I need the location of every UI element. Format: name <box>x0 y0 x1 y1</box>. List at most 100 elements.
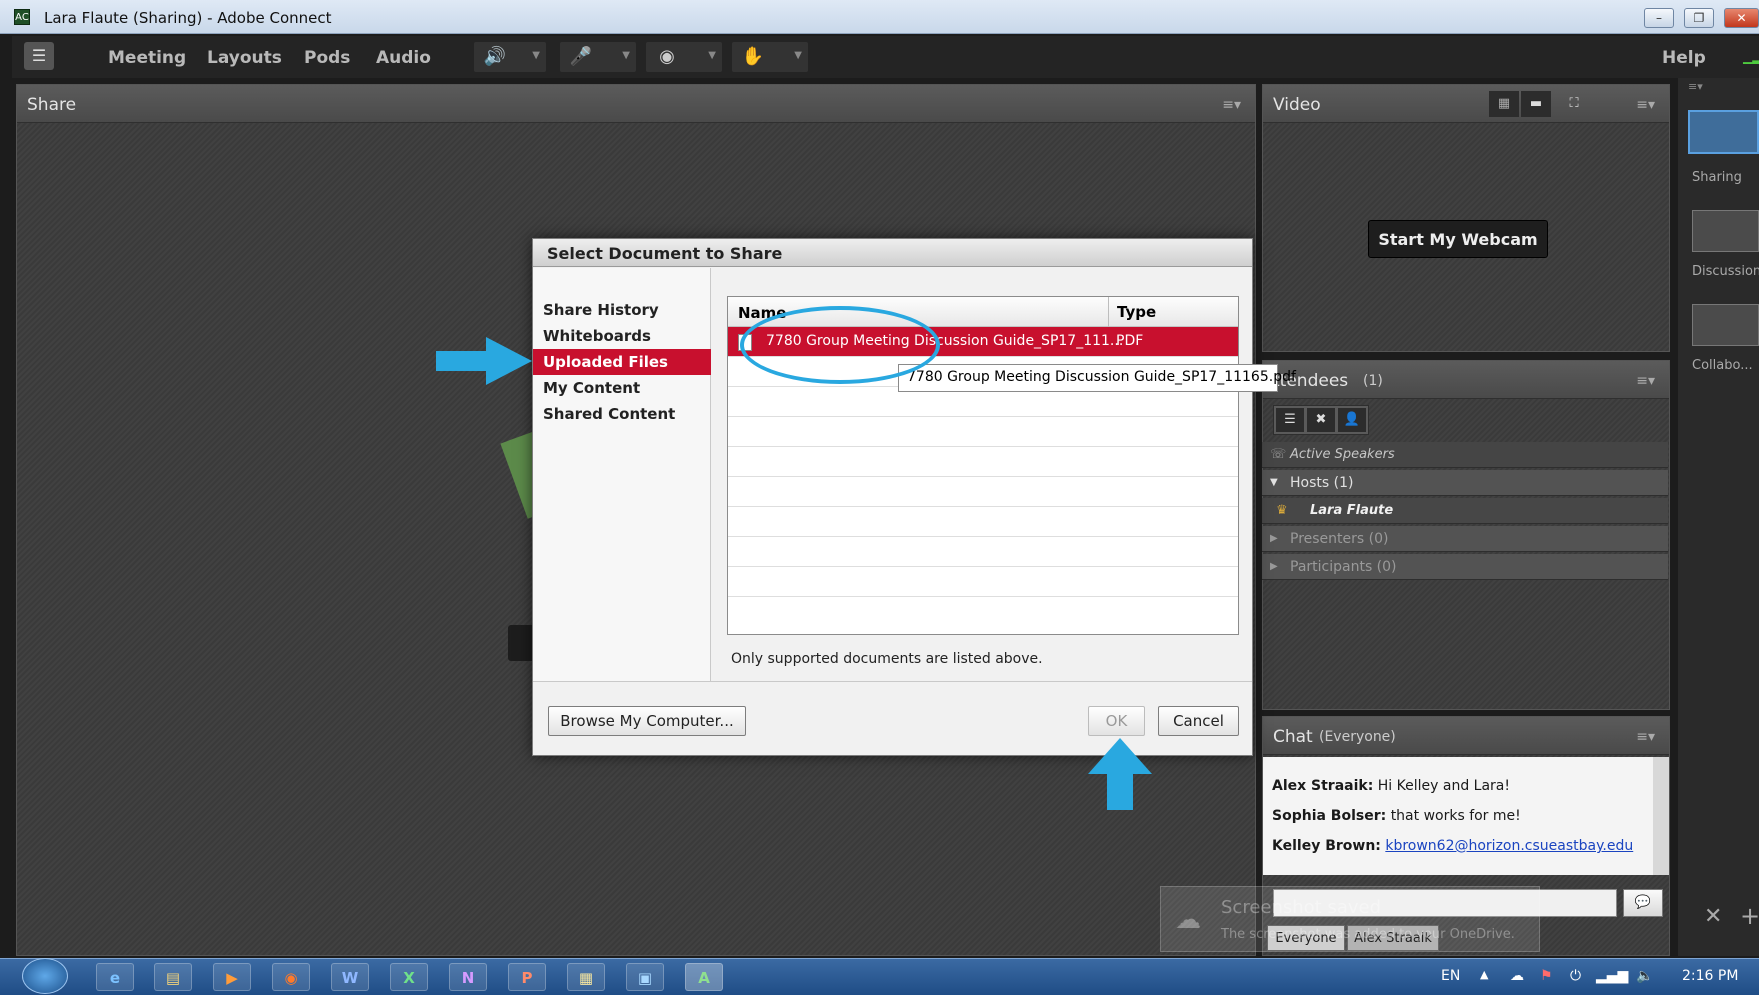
status-view-icon[interactable]: 👤 <box>1338 408 1366 432</box>
chevron-down-icon[interactable]: ▼ <box>622 50 630 61</box>
taskbar-explorer-icon[interactable]: ▤ <box>154 963 192 991</box>
onedrive-tray-icon[interactable]: ☁ <box>1510 968 1524 984</box>
raise-hand-icon: ✋ <box>741 46 765 67</box>
window-title: Lara Flaute (Sharing) - Adobe Connect <box>44 9 332 27</box>
annotation-highlight-ellipse <box>740 306 940 384</box>
browse-my-computer-button[interactable]: Browse My Computer... <box>548 706 746 736</box>
taskbar-word-icon[interactable]: W <box>331 963 369 991</box>
menu-layouts[interactable]: Layouts <box>207 48 282 68</box>
send-message-icon[interactable]: 💬 <box>1623 889 1663 917</box>
column-header-type[interactable]: Type <box>1108 297 1238 327</box>
power-icon[interactable]: ⏻ <box>1570 968 1581 984</box>
taskbar-adobe-connect-icon[interactable]: A <box>685 963 723 991</box>
speaker-control[interactable]: 🔊 ▼ <box>474 42 546 72</box>
menu-audio[interactable]: Audio <box>376 48 431 68</box>
ok-button[interactable]: OK <box>1088 706 1145 736</box>
add-layout-icon[interactable]: + <box>1740 902 1759 930</box>
chat-text: that works for me! <box>1390 808 1521 824</box>
minimize-button[interactable]: – <box>1644 8 1674 28</box>
hosts-group-row[interactable]: ▼ Hosts (1) <box>1262 470 1668 496</box>
participants-group-row[interactable]: ▶ Participants (0) <box>1262 554 1668 580</box>
layout-thumbnail-collaboration[interactable] <box>1692 304 1759 346</box>
collapsed-triangle-icon[interactable]: ▶ <box>1270 526 1278 552</box>
chat-sender: Alex Straaik: <box>1272 778 1374 794</box>
table-row-empty <box>728 417 1238 447</box>
dialog-title: Select Document to Share <box>547 244 783 263</box>
clock-time[interactable]: 2:16 PM <box>1682 968 1738 984</box>
expand-triangle-icon[interactable]: ▼ <box>1270 470 1278 496</box>
chat-sender: Kelley Brown: <box>1272 838 1381 854</box>
taskbar-powerpoint-icon[interactable]: P <box>508 963 546 991</box>
layout-label-collaboration: Collabo... <box>1692 358 1753 373</box>
nav-share-history[interactable]: Share History <box>533 297 711 323</box>
taskbar-media-player-icon[interactable]: ▶ <box>213 963 251 991</box>
list-view-icon[interactable]: ☰ <box>1276 408 1304 432</box>
taskbar-excel-icon[interactable]: X <box>390 963 428 991</box>
network-icon[interactable]: ▂▄▆ <box>1596 968 1628 984</box>
chat-scrollbar[interactable] <box>1653 757 1669 875</box>
breakout-icon[interactable]: ✖ <box>1307 408 1335 432</box>
cancel-button[interactable]: Cancel <box>1158 706 1239 736</box>
active-speakers-label: Active Speakers <box>1290 447 1395 462</box>
supported-docs-note: Only supported documents are listed abov… <box>731 651 1043 667</box>
close-panel-icon[interactable]: ✕ <box>1704 904 1722 929</box>
attendee-host-row[interactable]: ♛ Lara Flaute <box>1262 498 1668 524</box>
show-hidden-icons-icon[interactable]: ▲ <box>1480 968 1488 981</box>
taskbar-app-icon[interactable]: ▣ <box>626 963 664 991</box>
taskbar-firefox-icon[interactable]: ◉ <box>272 963 310 991</box>
table-row-empty <box>728 447 1238 477</box>
layouts-menu-icon[interactable]: ≡▾ <box>1688 80 1703 93</box>
taskbar-onenote-icon[interactable]: N <box>449 963 487 991</box>
pod-options-menu-icon[interactable]: ≡▾ <box>1636 729 1655 745</box>
pod-options-menu-icon[interactable]: ≡▾ <box>1636 373 1655 389</box>
fullscreen-icon[interactable]: ⛶ <box>1561 91 1587 117</box>
cloud-icon: ☁ <box>1175 905 1201 935</box>
start-button[interactable] <box>22 958 68 994</box>
taskbar-ie-icon[interactable]: e <box>96 963 134 991</box>
chat-message: Kelley Brown: kbrown62@horizon.csueastba… <box>1272 838 1633 854</box>
menu-help[interactable]: Help <box>1662 48 1706 68</box>
taskbar-app-icon[interactable]: ▦ <box>567 963 605 991</box>
chat-email-link[interactable]: kbrown62@horizon.csueastbay.edu <box>1385 838 1633 854</box>
chevron-down-icon[interactable]: ▼ <box>708 50 716 61</box>
annotation-arrow-up-icon <box>1088 738 1152 774</box>
nav-uploaded-files[interactable]: Uploaded Files <box>533 349 711 375</box>
chevron-down-icon[interactable]: ▼ <box>532 50 540 61</box>
chat-message: Sophia Bolser: that works for me! <box>1272 808 1521 824</box>
pod-options-menu-icon[interactable]: ≡▾ <box>1636 97 1655 113</box>
pod-options-menu-icon[interactable]: ≡▾ <box>1222 97 1241 113</box>
action-center-flag-icon[interactable]: ⚑ <box>1540 968 1553 984</box>
table-row-empty <box>728 477 1238 507</box>
webcam-control[interactable]: ◉ ▼ <box>646 42 722 72</box>
layout-thumbnail-discussion[interactable] <box>1692 210 1759 252</box>
menu-pods[interactable]: Pods <box>304 48 350 68</box>
chat-pod-title: Chat <box>1273 727 1313 747</box>
dialog-nav: Share History Whiteboards Uploaded Files… <box>533 268 711 681</box>
video-pod-title: Video <box>1273 95 1321 115</box>
chevron-down-icon[interactable]: ▼ <box>794 50 802 61</box>
nav-shared-content[interactable]: Shared Content <box>533 401 711 427</box>
share-pod-header: Share ≡▾ <box>17 85 1255 123</box>
volume-icon[interactable]: 🔈 <box>1636 968 1653 984</box>
layout-thumbnail-sharing[interactable] <box>1688 110 1759 154</box>
collapsed-triangle-icon[interactable]: ▶ <box>1270 554 1278 580</box>
grid-view-icon[interactable]: ▦ <box>1489 91 1519 117</box>
phone-icon: ☏ <box>1270 447 1287 462</box>
filmstrip-view-icon[interactable]: ▬ <box>1521 91 1551 117</box>
attendee-count: (1) <box>1363 373 1383 389</box>
microphone-control[interactable]: 🎤 ▼ <box>560 42 636 72</box>
toast-body: The screenshot was added to your OneDriv… <box>1221 927 1515 942</box>
maximize-button[interactable]: ❐ <box>1684 8 1714 28</box>
start-webcam-button[interactable]: Start My Webcam <box>1368 220 1548 258</box>
annotation-arrow-shaft <box>436 351 486 371</box>
close-window-button[interactable]: ✕ <box>1724 8 1759 28</box>
menu-meeting[interactable]: Meeting <box>108 48 186 68</box>
nav-whiteboards[interactable]: Whiteboards <box>533 323 711 349</box>
host-avatar-icon: ♛ <box>1276 503 1288 518</box>
raise-hand-control[interactable]: ✋ ▼ <box>732 42 808 72</box>
nav-my-content[interactable]: My Content <box>533 375 711 401</box>
table-row-empty <box>728 507 1238 537</box>
presenters-group-row[interactable]: ▶ Presenters (0) <box>1262 526 1668 552</box>
language-indicator[interactable]: EN <box>1441 968 1460 984</box>
people-menu-icon[interactable]: ☰ <box>24 42 54 70</box>
